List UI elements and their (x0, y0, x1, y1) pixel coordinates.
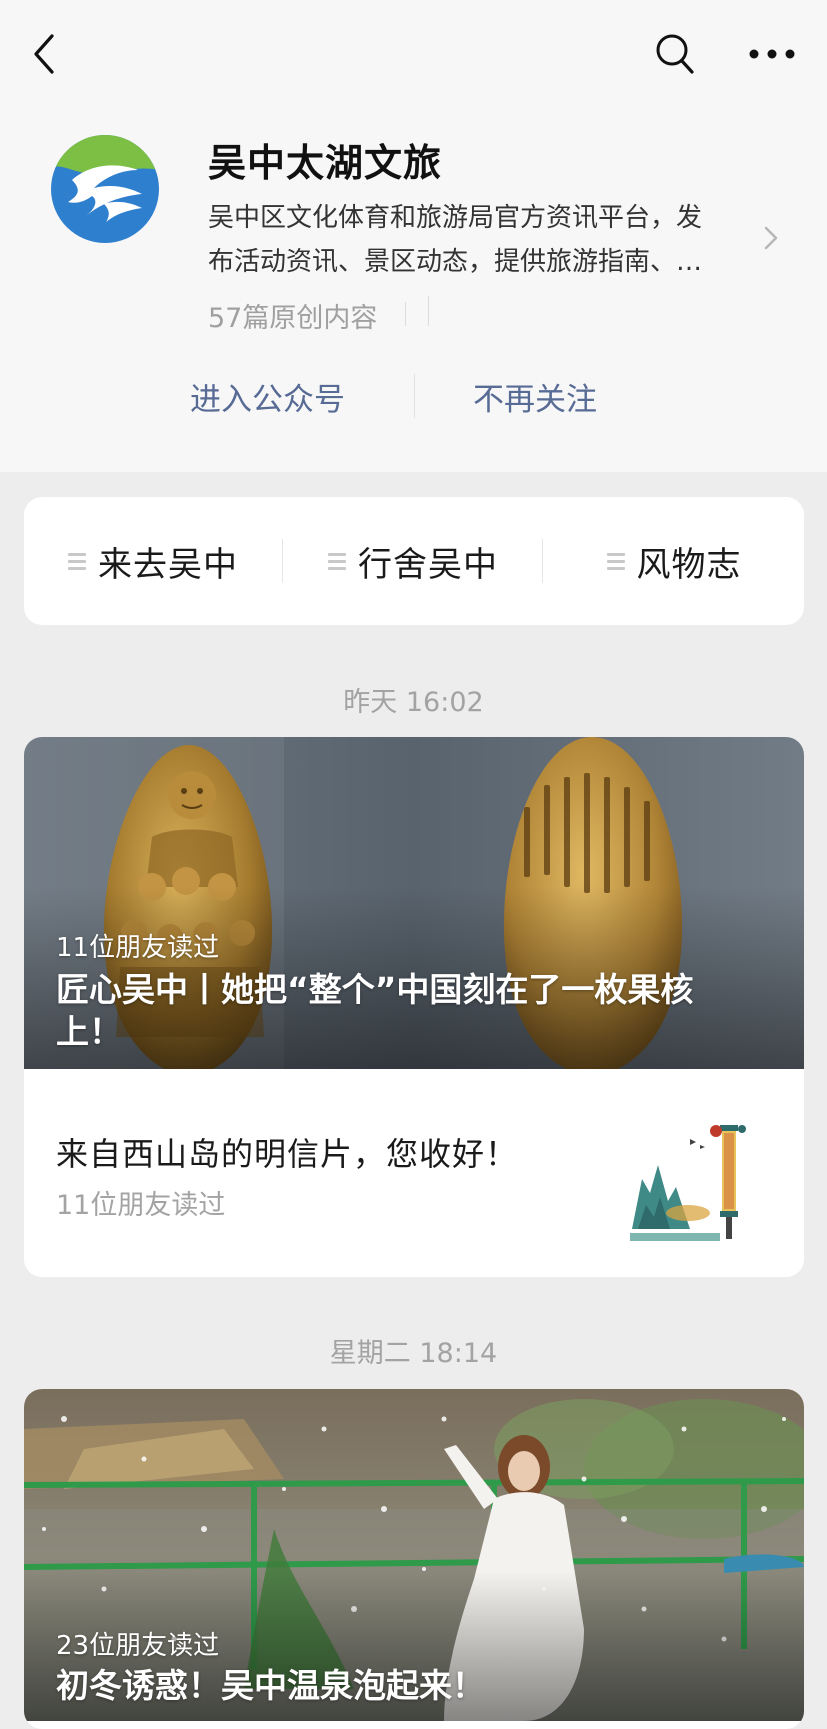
article-title-line: 初冬诱惑！吴中温泉泡起来！ (56, 1666, 485, 1705)
menu-icon (68, 549, 86, 574)
account-avatar[interactable] (50, 134, 160, 244)
article-readers: 23位朋友读过 (56, 1631, 220, 1661)
article-card-main[interactable]: 11位朋友读过 匠心吴中丨她把“整个”中国刻在了一枚果核 上！ (24, 737, 804, 1069)
article-group: 23位朋友读过 初冬诱惑！吴中温泉泡起来！ (24, 1389, 804, 1729)
search-icon[interactable] (654, 32, 696, 76)
account-description[interactable]: 吴中区文化体育和旅游局官方资讯平台，发 布活动资讯、景区动态，提供旅游指南、… (208, 196, 768, 284)
back-icon[interactable] (28, 30, 60, 78)
meta-divider (405, 302, 406, 326)
menu-item-label: 来去吴中 (98, 544, 238, 585)
menu-divider (542, 539, 543, 583)
article-readers: 11位朋友读过 (56, 1190, 226, 1221)
menu-item-fengwuzhi[interactable]: 风物志 (544, 497, 804, 625)
chevron-right-icon[interactable] (762, 224, 780, 252)
article-title-line: 匠心吴中丨她把“整个”中国刻在了一枚果核 (56, 970, 694, 1009)
account-name: 吴中太湖文旅 (208, 141, 443, 185)
unfollow-button[interactable]: 不再关注 (473, 374, 597, 419)
account-menu: 来去吴中 行舍吴中 风物志 (24, 497, 804, 625)
original-count: 57篇原创内容 (208, 303, 378, 334)
menu-icon (328, 549, 346, 574)
more-icon[interactable] (748, 40, 796, 68)
article-readers: 11位朋友读过 (56, 933, 220, 963)
action-divider (414, 374, 415, 418)
meta-divider (428, 296, 429, 326)
post-time: 昨天 16:02 (343, 687, 484, 718)
description-line-2: 布活动资讯、景区动态，提供旅游指南、… (208, 247, 703, 277)
menu-item-label: 行舍吴中 (358, 544, 498, 585)
menu-item-laiqu-wuzhong[interactable]: 来去吴中 (24, 497, 282, 625)
description-line-1: 吴中区文化体育和旅游局官方资讯平台，发 (208, 203, 703, 233)
menu-item-label: 风物志 (636, 544, 742, 585)
account-header: 吴中太湖文旅 吴中区文化体育和旅游局官方资讯平台，发 布活动资讯、景区动态，提供… (0, 0, 827, 472)
menu-icon (606, 549, 625, 574)
menu-item-xingshe-wuzhong[interactable]: 行舍吴中 (284, 497, 542, 625)
article-title: 匠心吴中丨她把“整个”中国刻在了一枚果核 上！ (56, 969, 776, 1053)
article-title-line: 上！ (56, 1012, 122, 1051)
postcard-thumbnail (630, 1109, 770, 1249)
menu-divider (282, 539, 283, 583)
article-card-main[interactable]: 23位朋友读过 初冬诱惑！吴中温泉泡起来！ (24, 1389, 804, 1721)
article-card-sub[interactable]: 来自西山岛的明信片，您收好！ 11位朋友读过 (24, 1069, 804, 1277)
enter-account-button[interactable]: 进入公众号 (190, 374, 345, 419)
article-title: 初冬诱惑！吴中温泉泡起来！ (56, 1665, 776, 1707)
article-title: 来自西山岛的明信片，您收好！ (56, 1135, 519, 1173)
post-time: 星期二 18:14 (329, 1338, 498, 1369)
article-group: 11位朋友读过 匠心吴中丨她把“整个”中国刻在了一枚果核 上！ 来自西山岛的明信… (24, 737, 804, 1277)
